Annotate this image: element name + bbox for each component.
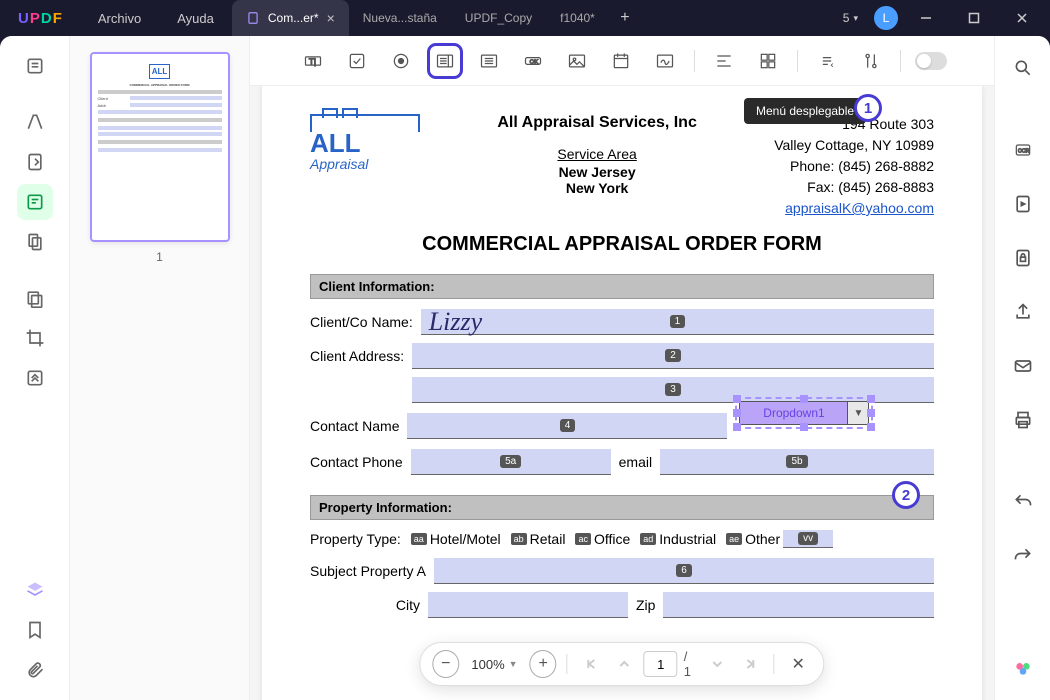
tooltip: Menú desplegable (744, 98, 866, 124)
contact-phone-field[interactable]: 5a (411, 449, 611, 475)
maximize-button[interactable] (954, 0, 994, 36)
user-avatar[interactable]: L (874, 6, 898, 30)
svg-text:T|: T| (308, 56, 315, 66)
highlight-icon[interactable] (17, 104, 53, 140)
document-page: ALL Appraisal All Appraisal Services, In… (262, 86, 982, 700)
search-icon[interactable] (1005, 50, 1041, 86)
reader-icon[interactable] (17, 48, 53, 84)
page-number-input[interactable] (644, 651, 678, 677)
checkbox-icon[interactable] (342, 46, 372, 76)
close-window-button[interactable] (1002, 0, 1042, 36)
contact-name-field[interactable]: 4 (407, 413, 727, 439)
radio-icon[interactable] (386, 46, 416, 76)
minimize-button[interactable] (906, 0, 946, 36)
first-page-button[interactable] (578, 650, 605, 678)
next-page-button[interactable] (704, 650, 731, 678)
tools-icon[interactable] (856, 46, 886, 76)
close-icon[interactable]: × (327, 10, 335, 26)
section-header: Client Information: (310, 274, 934, 299)
svg-text:OK: OK (529, 59, 538, 65)
compress-icon[interactable] (17, 360, 53, 396)
prev-page-button[interactable] (611, 650, 638, 678)
undo-icon[interactable] (1005, 484, 1041, 520)
company-logo: ALL Appraisal (310, 114, 420, 172)
order-icon[interactable] (812, 46, 842, 76)
thumbnail-page-number: 1 (80, 250, 239, 264)
grid-icon[interactable] (753, 46, 783, 76)
client-address-field[interactable]: 2 (412, 343, 934, 369)
section-header-2: Property Information: (310, 495, 934, 520)
tab-1[interactable]: Nueva...staña (349, 0, 451, 36)
thumbnail-panel: ALL COMMERCIAL APPRAISAL ORDER FORM Clie… (70, 36, 250, 700)
company-name: All Appraisal Services, Inc (420, 114, 774, 132)
page-thumbnail[interactable]: ALL COMMERCIAL APPRAISAL ORDER FORM Clie… (90, 52, 230, 242)
align-icon[interactable] (709, 46, 739, 76)
tab-active[interactable]: Com...er* × (232, 0, 349, 36)
email-field[interactable]: 5b (660, 449, 934, 475)
date-field-icon[interactable] (606, 46, 636, 76)
close-bar-button[interactable]: ✕ (785, 650, 812, 678)
redact-icon[interactable] (17, 280, 53, 316)
zip-field[interactable] (663, 592, 934, 618)
form-title: COMMERCIAL APPRAISAL ORDER FORM (310, 233, 934, 256)
city-field[interactable] (428, 592, 628, 618)
email-link[interactable]: appraisalK@yahoo.com (785, 200, 934, 216)
menu-help[interactable]: Ayuda (159, 11, 232, 26)
attachment-icon[interactable] (17, 652, 53, 688)
zoom-in-button[interactable]: + (530, 650, 557, 678)
last-page-button[interactable] (737, 650, 764, 678)
print-icon[interactable] (1005, 402, 1041, 438)
redo-icon[interactable] (1005, 538, 1041, 574)
share-icon[interactable] (1005, 294, 1041, 330)
edit-icon[interactable] (17, 144, 53, 180)
signature-icon[interactable] (650, 46, 680, 76)
notification-count[interactable]: 5▾ (835, 11, 866, 25)
preview-toggle[interactable] (915, 52, 947, 70)
organize-icon[interactable] (17, 224, 53, 260)
crop-icon[interactable] (17, 320, 53, 356)
form-tool-icon[interactable] (17, 184, 53, 220)
ai-icon[interactable] (1005, 650, 1041, 686)
tab-3[interactable]: f1040* (546, 0, 609, 36)
app-logo: UPDF (0, 10, 80, 27)
tab-2[interactable]: UPDF_Copy (451, 0, 546, 36)
annotation-marker-2: 2 (892, 481, 920, 509)
ocr-icon[interactable]: OCR (1005, 132, 1041, 168)
dropdown-tool-icon[interactable] (430, 46, 460, 76)
add-tab-button[interactable]: + (609, 0, 641, 36)
dropdown-form-field[interactable]: Dropdown1 ▼ (735, 397, 873, 429)
zoom-navigation-bar: − 100%▼ + / 1 ✕ (419, 642, 824, 686)
button-icon[interactable]: OK (518, 46, 548, 76)
convert-icon[interactable] (1005, 186, 1041, 222)
protect-icon[interactable] (1005, 240, 1041, 276)
subject-address-field[interactable]: 6 (434, 558, 934, 584)
text-field-icon[interactable]: T| (298, 46, 328, 76)
left-sidebar (0, 36, 70, 700)
menu-file[interactable]: Archivo (80, 11, 159, 26)
form-toolbar: T| OK (250, 36, 994, 86)
image-field-icon[interactable] (562, 46, 592, 76)
document-icon (246, 11, 260, 25)
zoom-out-button[interactable]: − (432, 650, 459, 678)
svg-text:OCR: OCR (1018, 149, 1030, 155)
layers-icon[interactable] (17, 572, 53, 608)
right-sidebar: OCR (994, 36, 1050, 700)
email-icon[interactable] (1005, 348, 1041, 384)
company-contact: 194 Route 303 Valley Cottage, NY 10989 P… (774, 114, 934, 219)
bookmark-icon[interactable] (17, 612, 53, 648)
annotation-marker-1: 1 (854, 94, 882, 122)
tab-label: Com...er* (268, 11, 319, 25)
chevron-down-icon: ▼ (848, 402, 868, 424)
listbox-icon[interactable] (474, 46, 504, 76)
zoom-level[interactable]: 100%▼ (465, 657, 523, 672)
client-name-field[interactable]: Lizzy 1 (421, 309, 934, 335)
